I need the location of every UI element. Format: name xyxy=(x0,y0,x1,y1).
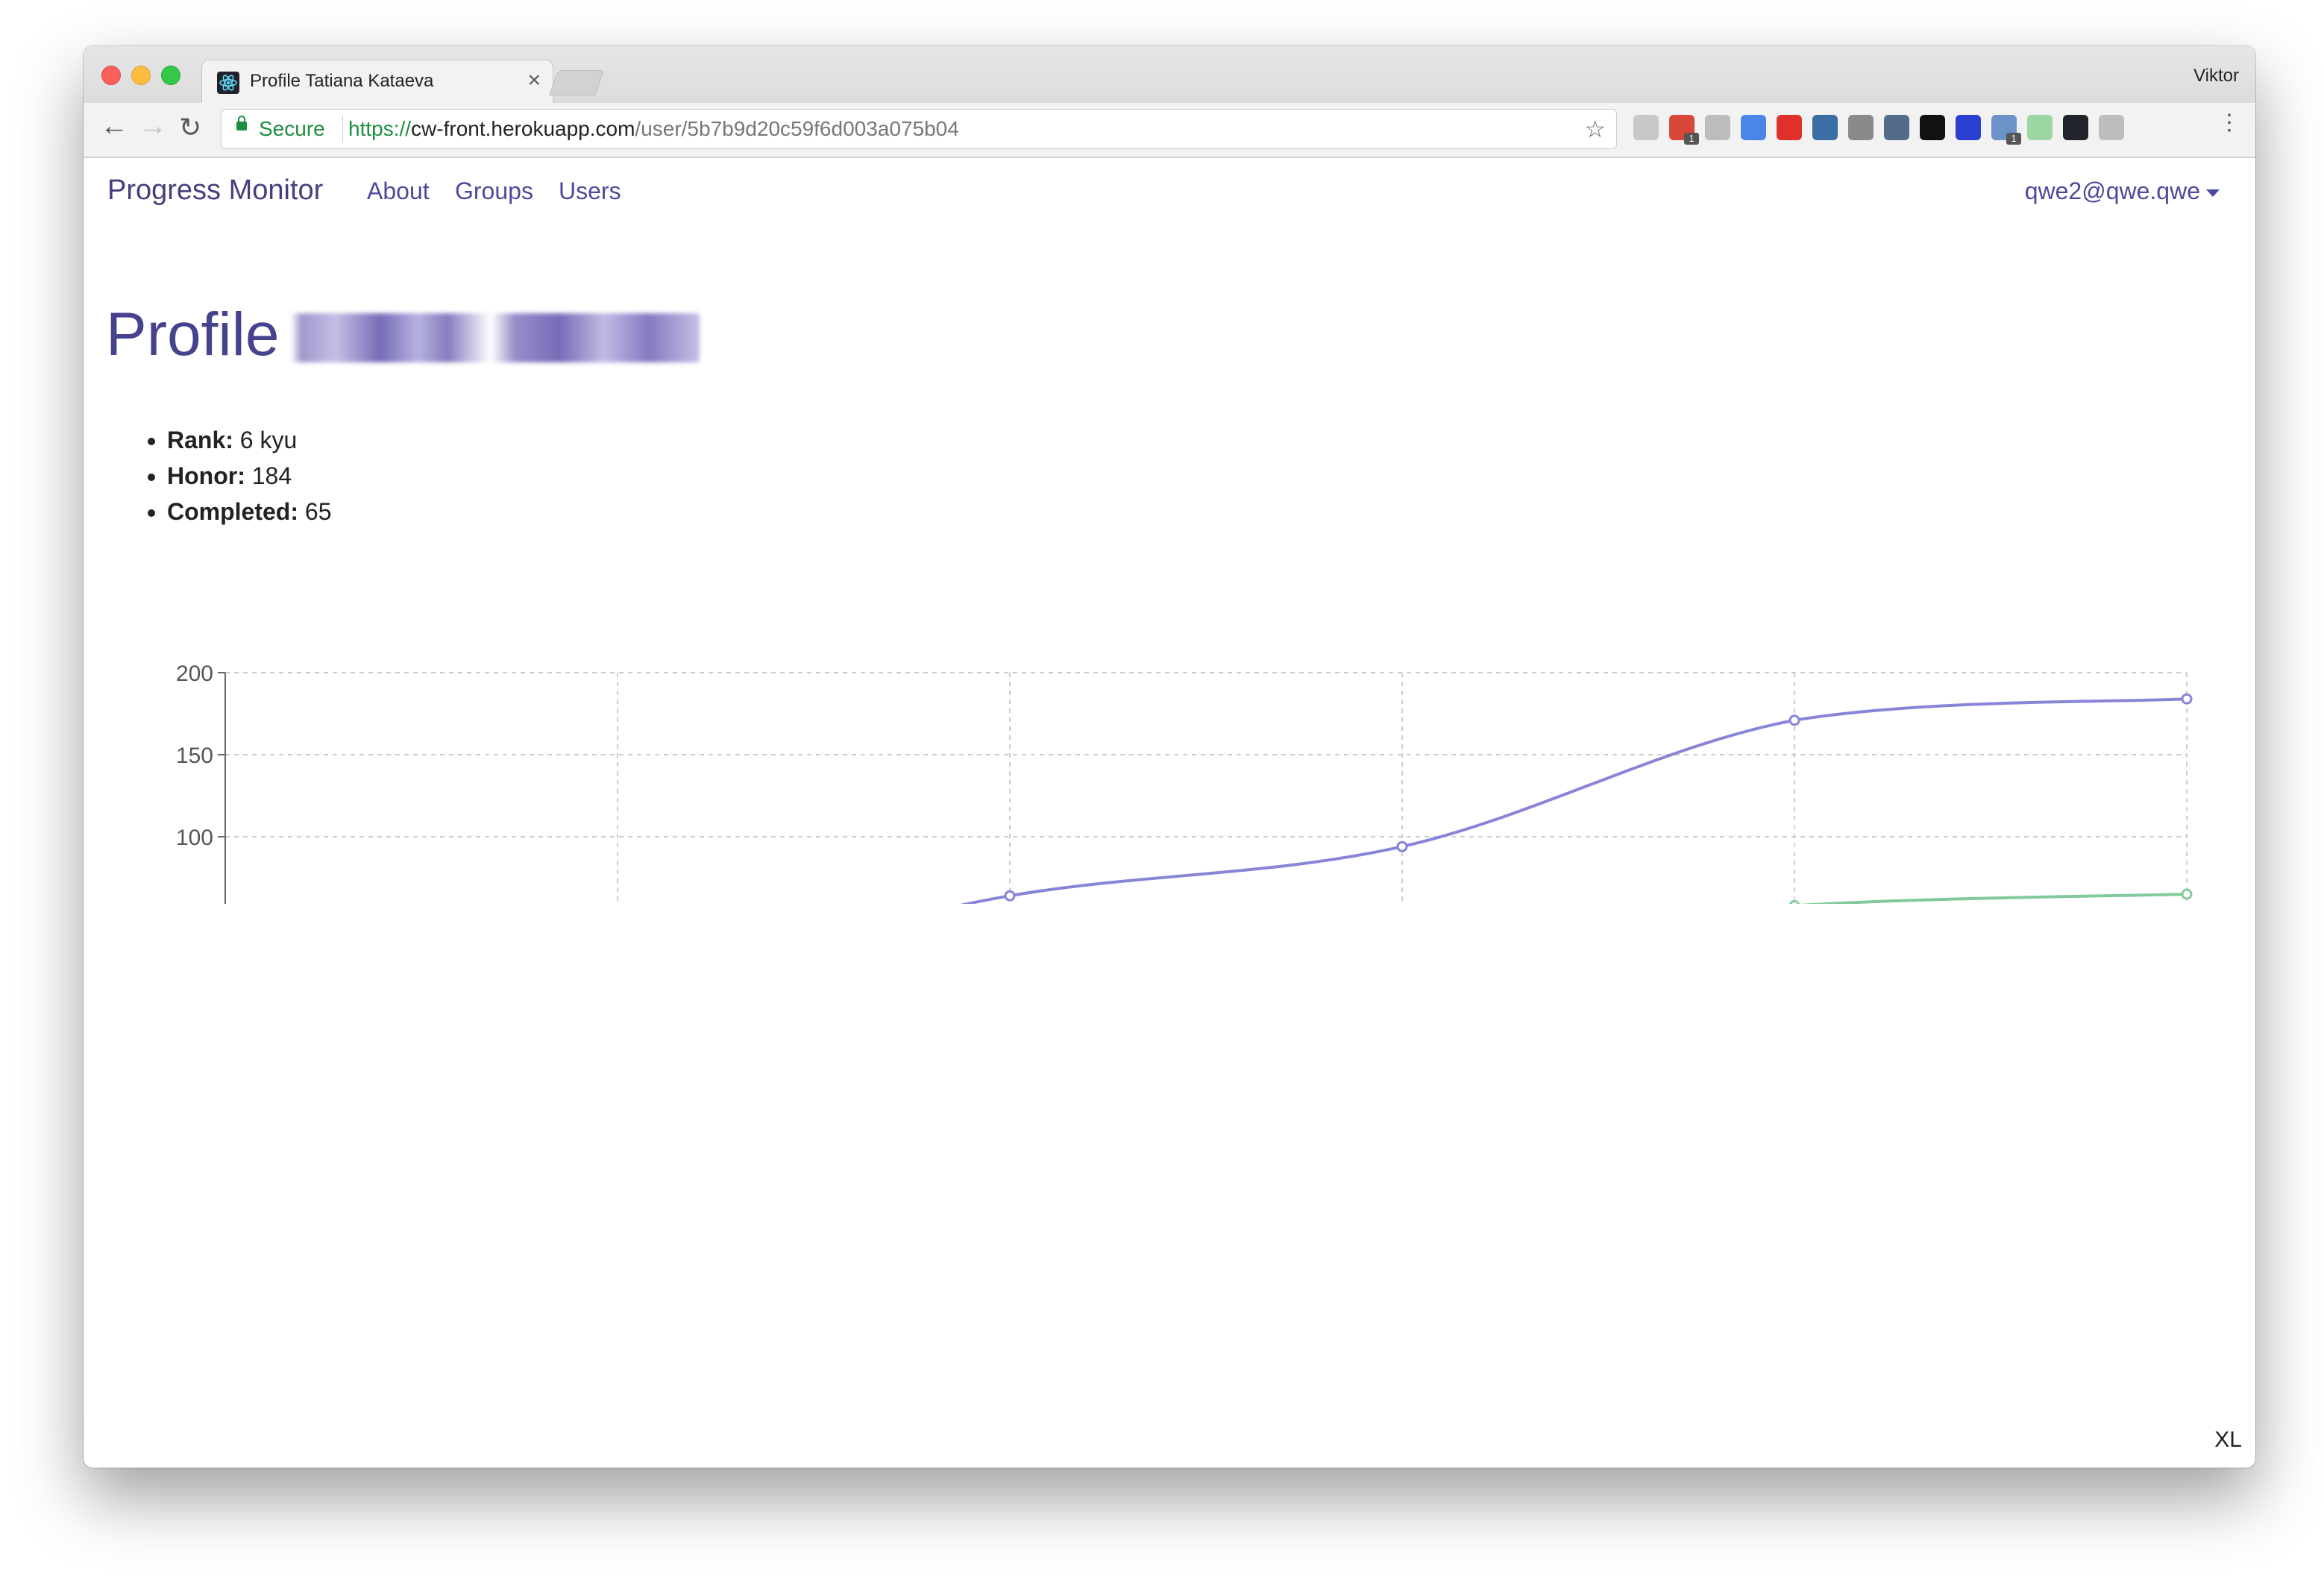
browser-window: Profile Tatiana Kataeva × Viktor ← → ↻ S… xyxy=(84,46,2255,1468)
data-point-honor xyxy=(1788,714,1800,726)
url-host: cw-front.herokuapp.com xyxy=(411,117,635,140)
circle-extension-icon[interactable] xyxy=(2099,115,2124,140)
tab-close-icon[interactable]: × xyxy=(527,68,541,93)
y-tick-label: 150 xyxy=(176,744,213,768)
breakpoint-indicator: XL xyxy=(2214,1427,2242,1452)
opera-icon[interactable] xyxy=(1777,115,1802,140)
url-divider xyxy=(342,116,343,142)
extension-badge: 1 xyxy=(1684,133,1699,145)
y-tick-label: 200 xyxy=(176,661,213,686)
globe-icon[interactable]: 1 xyxy=(1991,115,2021,145)
series-line-completed xyxy=(1799,893,2188,904)
back-arrow-icon[interactable]: ← xyxy=(100,110,128,142)
nav-link-about[interactable]: About xyxy=(367,177,430,205)
url-path: /user/5b7b9d20c59f6d003a075b04 xyxy=(635,117,959,140)
data-point-honor xyxy=(1396,840,1408,852)
series-line-honor xyxy=(960,697,2188,904)
grid-ruler-icon[interactable] xyxy=(1956,115,1981,140)
stat-label: Honor: xyxy=(167,462,245,489)
react-devtools-icon[interactable] xyxy=(2063,115,2088,140)
json-viewer-icon[interactable] xyxy=(1633,115,1659,140)
browser-profile-name[interactable]: Viktor xyxy=(2193,66,2239,87)
stat-rank: Rank: 6 kyu xyxy=(167,422,331,458)
url-text[interactable]: https://cw-front.herokuapp.com/user/5b7b… xyxy=(348,110,959,148)
data-point-completed xyxy=(1788,899,1800,904)
page-content: Progress Monitor About Groups Users qwe2… xyxy=(84,158,2255,1468)
bookmark-star-icon[interactable]: ☆ xyxy=(1584,110,1606,148)
user-dropdown[interactable]: qwe2@qwe.qwe xyxy=(2025,177,2220,205)
data-point-honor xyxy=(2181,693,2193,705)
data-point-completed xyxy=(2181,888,2193,900)
navbar-brand[interactable]: Progress Monitor xyxy=(107,175,323,207)
address-bar[interactable]: Secure https://cw-front.herokuapp.com/us… xyxy=(221,109,1617,149)
title-bar: Profile Tatiana Kataeva × Viktor xyxy=(84,46,2255,104)
page-title: Profile xyxy=(106,300,700,370)
stat-honor: Honor: 184 xyxy=(167,458,331,494)
tab-title: Profile Tatiana Kataeva xyxy=(250,71,434,91)
close-window-button[interactable] xyxy=(101,66,121,85)
todo-extension-icon[interactable]: 1 xyxy=(1669,115,1699,145)
caret-down-icon xyxy=(2206,189,2220,197)
y-tick-label: 100 xyxy=(176,826,213,850)
new-tab-button[interactable] xyxy=(548,70,605,95)
secure-label: Secure xyxy=(259,117,325,140)
stat-value: 6 kyu xyxy=(239,427,298,453)
browser-menu-icon[interactable]: ⋮ xyxy=(2218,112,2240,134)
stat-value: 184 xyxy=(251,462,292,489)
stat-label: Completed: xyxy=(167,498,298,525)
extension-badge: 1 xyxy=(2006,133,2021,145)
minimize-window-button[interactable] xyxy=(131,66,151,85)
jetbrains-icon[interactable] xyxy=(1920,115,1945,140)
stat-value: 65 xyxy=(304,498,332,525)
reload-icon[interactable]: ↻ xyxy=(179,112,201,143)
blurred-user-name xyxy=(291,313,700,362)
progress-chart: 05010015020020 Aug21 Aug22 Aug23 Aug24 A… xyxy=(176,661,2193,904)
lock-icon xyxy=(236,116,247,131)
user-email: qwe2@qwe.qwe xyxy=(2024,177,2200,204)
url-scheme: https:// xyxy=(348,117,412,140)
stat-label: Rank: xyxy=(167,427,233,453)
pin-extension-icon[interactable] xyxy=(1705,115,1730,140)
nav-link-users[interactable]: Users xyxy=(559,177,621,205)
color-wheel-icon[interactable] xyxy=(2027,115,2053,140)
nav-link-groups[interactable]: Groups xyxy=(455,177,533,205)
bug-icon[interactable] xyxy=(1848,115,1874,140)
eyedropper-icon[interactable] xyxy=(1884,115,1909,140)
data-point-honor xyxy=(1004,890,1016,902)
profile-heading-label: Profile xyxy=(106,301,280,368)
extension-icons: 11 xyxy=(1633,115,2124,145)
forward-arrow-icon[interactable]: → xyxy=(139,110,167,142)
profile-stats: Rank: 6 kyu Honor: 184 Completed: 65 xyxy=(143,422,331,529)
translate-icon[interactable] xyxy=(1741,115,1766,140)
react-favicon-icon xyxy=(217,72,239,94)
screenshot-icon[interactable] xyxy=(1812,115,1838,140)
stat-completed: Completed: 65 xyxy=(167,494,331,529)
tab-profile[interactable]: Profile Tatiana Kataeva × xyxy=(201,60,553,104)
browser-toolbar: ← → ↻ Secure https://cw-front.herokuapp.… xyxy=(84,103,2255,158)
maximize-window-button[interactable] xyxy=(161,66,180,85)
